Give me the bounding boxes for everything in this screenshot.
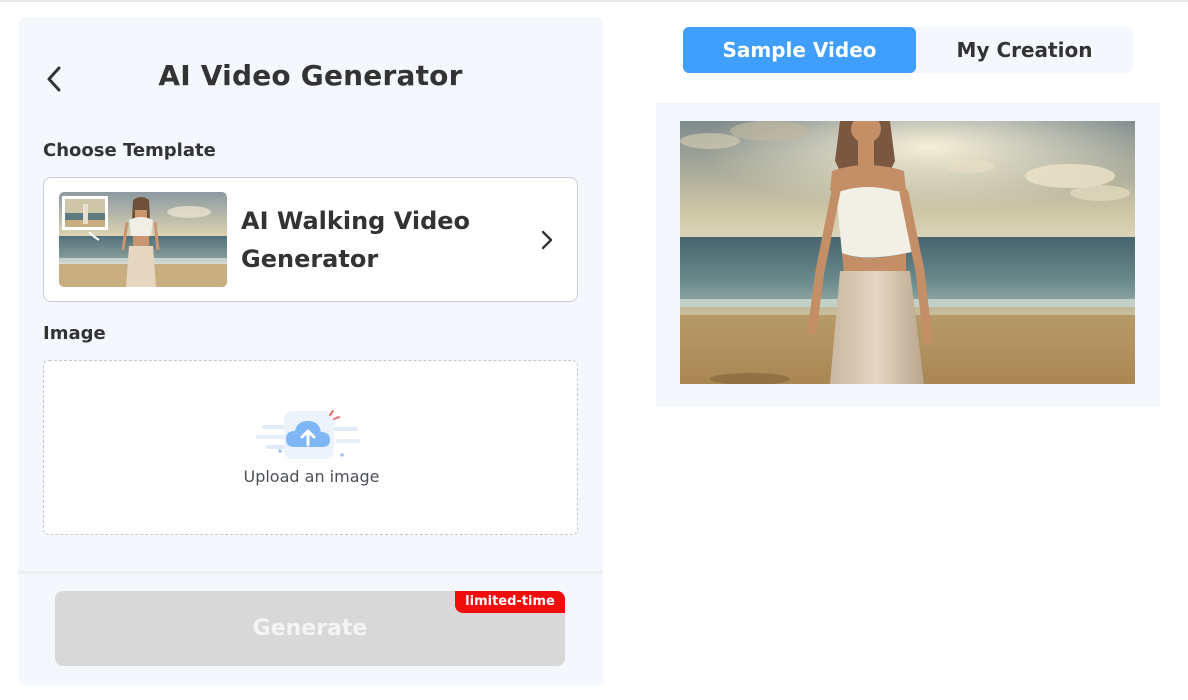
template-thumbnail — [59, 192, 227, 287]
upload-prompt: Upload an image — [243, 467, 380, 486]
preview-tabs: Sample Video My Creation — [683, 27, 1133, 73]
tab-my-creation[interactable]: My Creation — [916, 27, 1133, 73]
tab-sample-video[interactable]: Sample Video — [683, 27, 916, 73]
limited-time-badge: limited-time — [455, 591, 565, 613]
choose-template-label: Choose Template — [43, 140, 216, 161]
footer-divider — [18, 571, 603, 574]
generator-panel: AI Video Generator Choose Template AI Wa… — [18, 17, 603, 685]
cloud-upload-icon — [254, 405, 364, 465]
image-upload-dropzone[interactable]: Upload an image — [43, 360, 578, 535]
template-selector[interactable]: AI Walking Video Generator — [43, 177, 578, 302]
page-title: AI Video Generator — [158, 59, 463, 92]
image-label: Image — [43, 323, 106, 344]
template-name: AI Walking Video Generator — [241, 207, 471, 273]
chevron-right-icon — [537, 228, 557, 252]
sample-video-preview — [656, 102, 1160, 407]
top-divider — [0, 0, 1188, 2]
sample-video-player[interactable] — [680, 121, 1135, 384]
